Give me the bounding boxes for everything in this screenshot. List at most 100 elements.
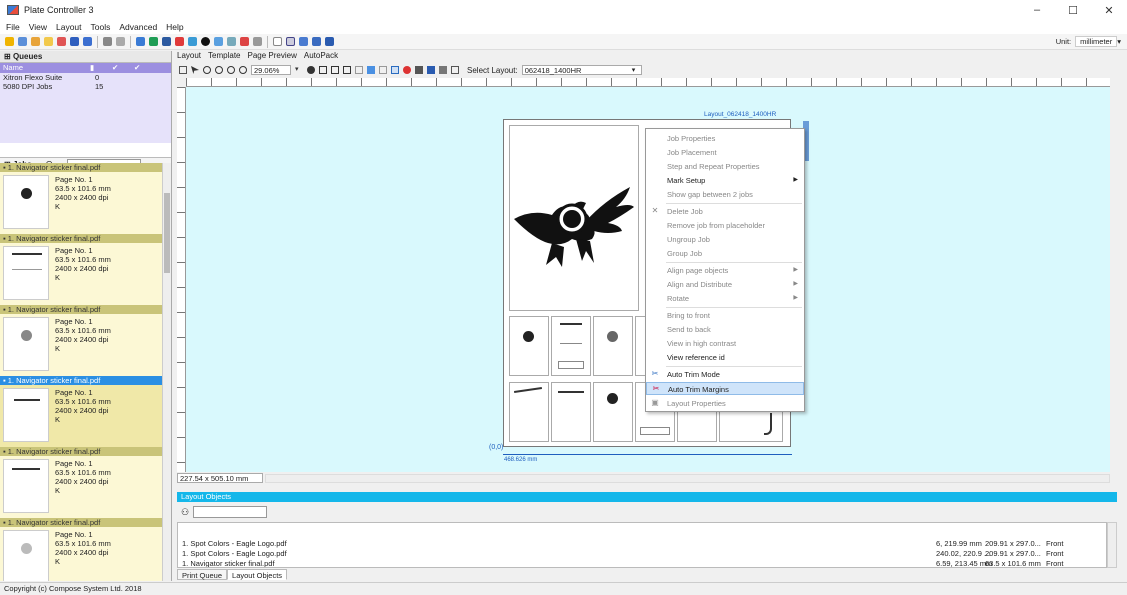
sticker-job[interactable] [509, 316, 549, 376]
target-icon[interactable] [307, 66, 315, 74]
menu-item-delete-job[interactable]: ✕ Delete Job [646, 205, 804, 218]
trim-icon[interactable] [403, 66, 411, 74]
job-item[interactable]: ▪ 1. Navigator sticker final.pdf Page No… [0, 305, 162, 376]
tab-page-preview[interactable]: Page Preview [248, 51, 297, 62]
job-item[interactable]: ▪ 1. Navigator sticker final.pdf Page No… [0, 447, 162, 518]
table-row[interactable]: 1. Spot Colors - Eagle Logo.pdf 240.02, … [182, 549, 1102, 558]
tab-print-queue[interactable]: Print Queue [177, 569, 228, 580]
menu-help[interactable]: Help [166, 22, 183, 32]
menu-file[interactable]: File [6, 22, 20, 32]
menu-layout[interactable]: Layout [56, 22, 82, 32]
delete-job-icon[interactable] [57, 37, 66, 46]
page-grid-icon[interactable] [343, 66, 351, 74]
rotate-icon[interactable] [203, 66, 211, 74]
menu-item-ungroup-job[interactable]: Ungroup Job [646, 233, 804, 246]
maximize-button[interactable]: ☐ [1055, 0, 1091, 20]
menu-item-layout-properties[interactable]: ▣ Layout Properties [646, 397, 804, 410]
menu-view[interactable]: View [29, 22, 47, 32]
menu-item-auto-trim-margins[interactable]: ✂ Auto Trim Margins [646, 382, 804, 395]
mark-icon[interactable] [240, 37, 249, 46]
table-row[interactable]: 1. Navigator sticker final.pdf 6.59, 213… [182, 559, 1102, 567]
image-icon[interactable] [299, 37, 308, 46]
menu-item-step-repeat[interactable]: Step and Repeat Properties [646, 160, 804, 173]
stop-icon[interactable] [175, 37, 184, 46]
fit-icon[interactable] [239, 66, 247, 74]
window-icon[interactable] [325, 37, 334, 46]
snap-icon[interactable] [391, 66, 399, 74]
pointer-icon[interactable] [191, 66, 199, 74]
minimize-button[interactable]: – [1019, 0, 1055, 20]
job-item[interactable]: ▪ 1. Navigator sticker final.pdf Page No… [0, 234, 162, 305]
folder-icon[interactable] [31, 37, 40, 46]
layer-icon[interactable] [451, 66, 459, 74]
sticker-job[interactable] [593, 316, 633, 376]
menu-item-job-placement[interactable]: Job Placement [646, 146, 804, 159]
sticker-job[interactable] [551, 382, 591, 442]
jobs-scrollbar[interactable] [162, 163, 171, 581]
menu-item-bring-to-front[interactable]: Bring to front [646, 309, 804, 322]
select-layout-dropdown[interactable]: 062418_1400HR [521, 65, 642, 75]
menu-item-view-reference-id[interactable]: View reference id [646, 351, 804, 364]
menu-item-remove-from-placeholder[interactable]: Remove job from placeholder [646, 219, 804, 232]
job-item[interactable]: ▪ 1. Navigator sticker final.pdf Page No… [0, 518, 162, 581]
front-icon[interactable] [415, 66, 423, 74]
align-icon[interactable] [355, 66, 363, 74]
zoom-in-icon[interactable] [215, 66, 223, 74]
refresh-icon[interactable] [188, 37, 197, 46]
menu-item-rotate[interactable]: Rotate ▶ [646, 292, 804, 305]
menu-item-job-properties[interactable]: Job Properties [646, 132, 804, 145]
table-icon[interactable] [312, 37, 321, 46]
tab-layout-objects[interactable]: Layout Objects [227, 569, 288, 580]
queue-row[interactable]: 5080 DPI Jobs 15 [0, 82, 171, 91]
menu-item-align-distribute[interactable]: Align and Distribute ▶ [646, 278, 804, 291]
sticker-job[interactable] [509, 382, 549, 442]
marks-icon[interactable] [367, 66, 375, 74]
sticker-job[interactable] [551, 316, 591, 376]
redo-icon[interactable] [116, 37, 125, 46]
queue-name-column[interactable]: Name [0, 63, 90, 73]
menu-advanced[interactable]: Advanced [119, 22, 157, 32]
trim-icon[interactable] [227, 37, 236, 46]
table-row[interactable]: 1. Spot Colors - Eagle Logo.pdf 6, 219.9… [182, 539, 1102, 548]
tab-layout[interactable]: Layout [177, 51, 201, 62]
group-icon[interactable] [439, 66, 447, 74]
settings-icon[interactable] [253, 37, 262, 46]
save-icon[interactable] [70, 37, 79, 46]
unit-selector[interactable]: Unit: millimeter ▾ [1056, 36, 1121, 47]
menu-item-show-gap[interactable]: Show gap between 2 jobs [646, 188, 804, 201]
unit-value[interactable]: millimeter [1075, 36, 1118, 47]
menu-item-align-page-objects[interactable]: Align page objects ▶ [646, 264, 804, 277]
menu-item-group-job[interactable]: Group Job [646, 247, 804, 260]
menu-tools[interactable]: Tools [91, 22, 111, 32]
canvas-horizontal-scrollbar[interactable] [265, 474, 1110, 483]
queue-icon[interactable] [149, 37, 158, 46]
plate-icon[interactable] [136, 37, 145, 46]
menu-item-send-to-back[interactable]: Send to back [646, 323, 804, 336]
layout-objects-scrollbar[interactable] [1107, 522, 1117, 568]
layout-icon[interactable] [162, 37, 171, 46]
record-icon[interactable] [201, 37, 210, 46]
tab-autopack[interactable]: AutoPack [304, 51, 338, 62]
close-button[interactable]: ✕ [1091, 0, 1127, 20]
print-icon[interactable] [83, 37, 92, 46]
page-icon[interactable] [273, 37, 282, 46]
layout-objects-search-input[interactable] [193, 506, 268, 518]
back-icon[interactable] [427, 66, 435, 74]
zoom-input[interactable]: 29.06% [251, 65, 291, 75]
page-icon[interactable] [319, 66, 327, 74]
grid-icon[interactable] [214, 37, 223, 46]
eagle-logo-job[interactable] [509, 125, 639, 311]
job-item[interactable]: ▪ 1. Navigator sticker final.pdf Page No… [0, 163, 162, 234]
sticker-job[interactable] [593, 382, 633, 442]
page-layout-icon[interactable] [331, 66, 339, 74]
tab-template[interactable]: Template [208, 51, 240, 62]
undo-icon[interactable] [103, 37, 112, 46]
open-icon[interactable] [18, 37, 27, 46]
export-icon[interactable] [44, 37, 53, 46]
distribute-icon[interactable] [379, 66, 387, 74]
menu-item-mark-setup[interactable]: Mark Setup ▶ [646, 174, 804, 187]
frame-icon[interactable] [286, 37, 295, 46]
menu-item-high-contrast[interactable]: View in high contrast [646, 337, 804, 350]
new-icon[interactable] [5, 37, 14, 46]
chevron-down-icon[interactable]: ▾ [295, 66, 303, 74]
